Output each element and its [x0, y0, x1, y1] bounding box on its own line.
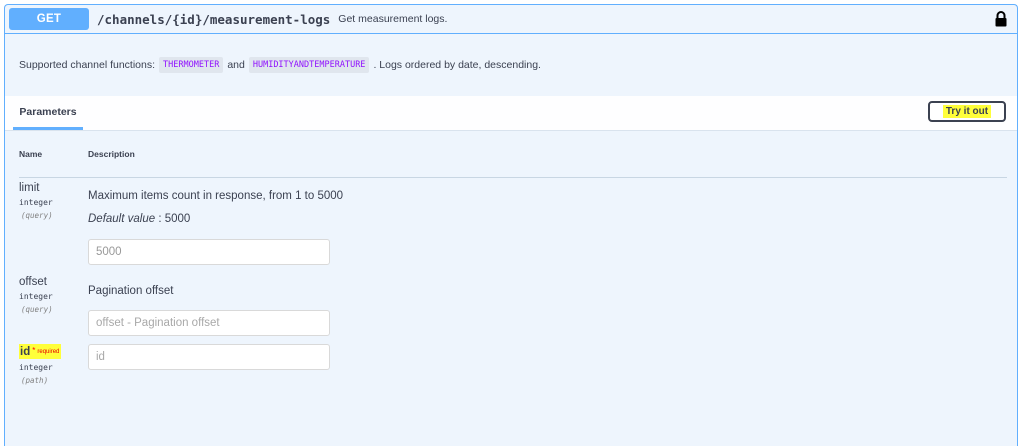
- param-description-cell: [88, 342, 330, 385]
- operation-description: Supported channel functions: THERMOMETER…: [5, 34, 1017, 96]
- offset-input[interactable]: [88, 310, 330, 336]
- param-name-cell: limit integer (query): [19, 181, 88, 265]
- param-type: integer: [19, 363, 53, 372]
- default-value-separator: :: [155, 213, 165, 225]
- parameters-tab-header: Parameters Try it out: [5, 96, 1017, 131]
- parameters-table: Name Description limit integer (query) M…: [5, 131, 1017, 385]
- lock-icon[interactable]: [994, 11, 1008, 27]
- operation-summary-text: Get measurement logs.: [338, 13, 448, 25]
- description-and: and: [227, 59, 245, 71]
- param-description-cell: Maximum items count in response, from 1 …: [88, 181, 343, 265]
- param-name: limit: [19, 182, 40, 194]
- tab-parameters[interactable]: Parameters: [13, 96, 83, 130]
- param-name-required-highlight: id * required: [19, 344, 62, 359]
- required-star: *: [32, 346, 36, 355]
- column-header-description: Description: [88, 149, 135, 159]
- param-row-limit: limit integer (query) Maximum items coun…: [19, 181, 1007, 265]
- param-row-offset: offset integer (query) Pagination offset: [19, 275, 1007, 336]
- description-prefix: Supported channel functions:: [19, 59, 156, 71]
- required-label: required: [37, 349, 60, 355]
- param-location: (query): [21, 305, 53, 314]
- param-description: Maximum items count in response, from 1 …: [88, 190, 344, 202]
- param-type: integer: [19, 198, 53, 207]
- param-location: (query): [21, 211, 53, 220]
- param-type: integer: [19, 292, 53, 301]
- param-name: offset: [19, 276, 47, 288]
- id-input[interactable]: [88, 344, 330, 370]
- default-value-label: Default value: [88, 213, 156, 225]
- method-badge: GET: [9, 8, 89, 30]
- try-it-out-label: Try it out: [942, 105, 992, 118]
- description-suffix: . Logs ordered by date, descending.: [373, 59, 541, 71]
- code-humidityandtemperature: HUMIDITYANDTEMPERATURE: [248, 57, 370, 73]
- param-default: Default value : 5000: [88, 213, 343, 225]
- param-row-id: id * required integer (path): [19, 342, 1007, 385]
- try-it-out-button[interactable]: Try it out: [928, 101, 1006, 122]
- parameters-table-header: Name Description: [19, 131, 1007, 178]
- param-name-cell: id * required integer (path): [19, 342, 88, 385]
- operation-path: /channels/{id}/measurement-logs: [97, 11, 331, 27]
- operation-summary[interactable]: GET /channels/{id}/measurement-logs Get …: [5, 5, 1017, 34]
- param-name: id: [20, 346, 31, 358]
- default-value: 5000: [164, 213, 191, 225]
- param-location: (path): [21, 376, 49, 385]
- operation-block: GET /channels/{id}/measurement-logs Get …: [4, 4, 1018, 446]
- param-description-cell: Pagination offset: [88, 275, 330, 336]
- param-name-cell: offset integer (query): [19, 275, 88, 336]
- param-description: Pagination offset: [88, 285, 174, 297]
- code-thermometer: THERMOMETER: [159, 57, 224, 73]
- column-header-name: Name: [19, 149, 43, 159]
- limit-input[interactable]: [88, 239, 330, 265]
